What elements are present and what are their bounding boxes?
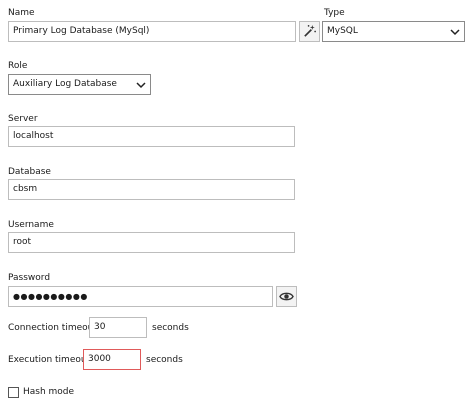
execution-timeout-unit: seconds	[146, 355, 183, 365]
role-select-value: Auxiliary Log Database	[13, 79, 117, 89]
password-label: Password	[8, 273, 51, 283]
name-label: Name	[8, 8, 35, 18]
role-select[interactable]: Auxiliary Log Database	[8, 74, 151, 95]
hash-mode-label: Hash mode	[23, 387, 75, 397]
connection-timeout-unit: seconds	[152, 323, 189, 333]
server-input[interactable]: localhost	[8, 126, 295, 147]
name-input[interactable]: Primary Log Database (MySql)	[8, 21, 296, 42]
chevron-down-icon	[450, 29, 460, 36]
server-label: Server	[8, 114, 38, 124]
generate-name-button[interactable]	[299, 21, 320, 42]
chevron-down-icon	[136, 82, 146, 89]
connection-timeout-input[interactable]: 30	[89, 317, 147, 338]
magic-wand-icon	[304, 24, 316, 37]
connection-timeout-label: Connection timeout	[8, 323, 97, 333]
type-label: Type	[324, 8, 345, 18]
hash-mode-checkbox[interactable]	[8, 387, 19, 398]
reveal-password-button[interactable]	[276, 286, 297, 307]
type-select-value: MySQL	[327, 26, 358, 36]
execution-timeout-label: Execution timeout	[8, 355, 91, 365]
execution-timeout-input[interactable]: 3000	[83, 349, 141, 370]
role-label: Role	[8, 61, 28, 71]
type-select[interactable]: MySQL	[322, 21, 465, 42]
username-label: Username	[8, 220, 54, 230]
password-input[interactable]: ●●●●●●●●●●	[8, 286, 273, 307]
database-input[interactable]: cbsm	[8, 179, 295, 200]
eye-icon	[279, 292, 294, 301]
database-label: Database	[8, 167, 51, 177]
username-input[interactable]: root	[8, 232, 295, 253]
